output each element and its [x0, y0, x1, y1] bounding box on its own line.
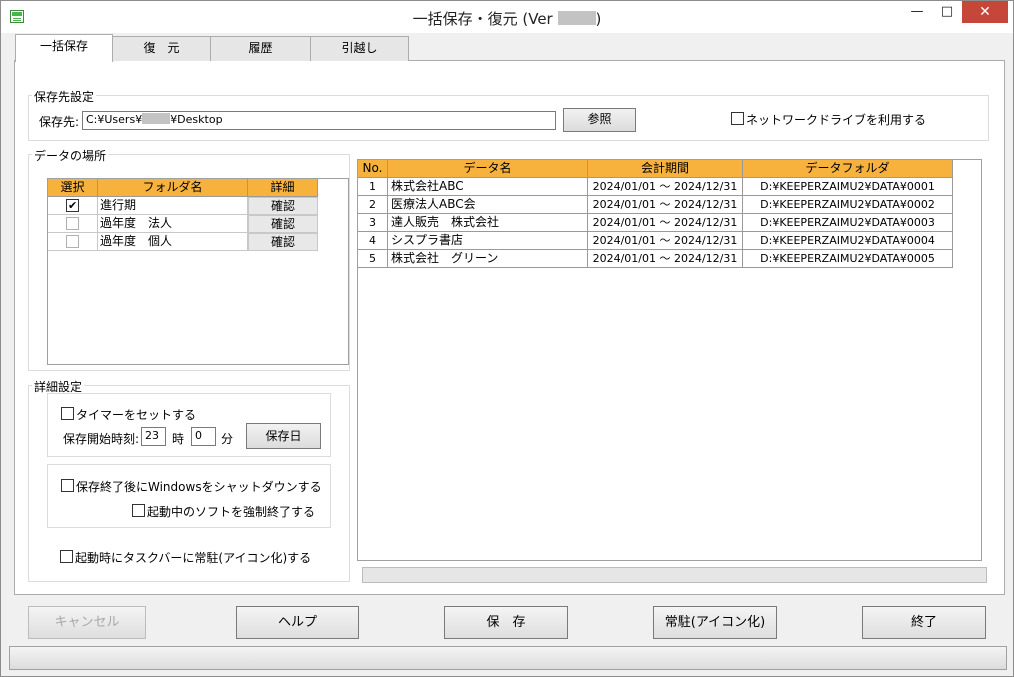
column-header-detail: 詳細	[248, 179, 318, 197]
select-cell	[48, 197, 98, 215]
select-cell	[48, 233, 98, 251]
shutdown-label: 保存終了後にWindowsをシャットダウンする	[76, 480, 322, 494]
save-destination-group-title: 保存先設定	[32, 88, 97, 105]
tab-history[interactable]: 履歴	[210, 36, 311, 61]
force-quit-label: 起動中のソフトを強制終了する	[147, 505, 316, 519]
row-fiscal-period: 2024/01/01 ～ 2024/12/31	[588, 232, 743, 250]
cancel-button[interactable]: キャンセル	[28, 606, 146, 639]
row-no: 3	[358, 214, 388, 232]
save-button[interactable]: 保 存	[444, 606, 568, 639]
select-cell	[48, 215, 98, 233]
row-data-folder: D:¥KEEPERZAIMU2¥DATA¥0001	[743, 178, 953, 196]
data-location-group-title: データの場所	[32, 147, 109, 164]
row-data-folder: D:¥KEEPERZAIMU2¥DATA¥0002	[743, 196, 953, 214]
detail-confirm-button[interactable]: 確認	[248, 197, 318, 215]
help-button[interactable]: ヘルプ	[236, 606, 359, 639]
redacted-username	[142, 113, 171, 124]
main-window: 一括保存・復元 (Ver ) — □ ✕ 一括保存 復 元 履歴 引越し 保存先…	[0, 0, 1014, 677]
minute-unit-label: 分	[221, 432, 234, 446]
folder-name-cell: 過年度 法人	[98, 215, 248, 233]
title-bar[interactable]: 一括保存・復元 (Ver ) — □ ✕	[1, 1, 1013, 33]
network-drive-label: ネットワークドライブを利用する	[746, 113, 927, 127]
network-drive-checkbox[interactable]	[731, 112, 744, 125]
row-data-name: シスプラ書店	[388, 232, 588, 250]
row-data-folder: D:¥KEEPERZAIMU2¥DATA¥0005	[743, 250, 953, 268]
tab-restore[interactable]: 復 元	[112, 36, 211, 61]
folder-table: 選択 フォルダ名 詳細 進行期 確認 過年度 法人 確認 過年度 個人 確認	[47, 178, 349, 365]
row-data-name: 医療法人ABC会	[388, 196, 588, 214]
row-checkbox[interactable]	[66, 197, 79, 214]
row-data-name: 株式会社ABC	[388, 178, 588, 196]
hour-unit-label: 時	[172, 432, 185, 446]
tab-migration[interactable]: 引越し	[310, 36, 409, 61]
detail-confirm-button[interactable]: 確認	[248, 233, 318, 251]
folder-name-cell: 進行期	[98, 197, 248, 215]
row-checkbox[interactable]	[66, 217, 79, 230]
row-fiscal-period: 2024/01/01 ～ 2024/12/31	[588, 178, 743, 196]
column-header-no: No.	[358, 160, 388, 178]
column-header-data-name: データ名	[388, 160, 588, 178]
row-no: 5	[358, 250, 388, 268]
row-no: 1	[358, 178, 388, 196]
row-data-folder: D:¥KEEPERZAIMU2¥DATA¥0004	[743, 232, 953, 250]
force-quit-checkbox[interactable]	[132, 504, 145, 517]
save-destination-label: 保存先:	[39, 115, 80, 129]
taskbar-resident-checkbox[interactable]	[60, 550, 73, 563]
row-fiscal-period: 2024/01/01 ～ 2024/12/31	[588, 250, 743, 268]
shutdown-checkbox[interactable]	[61, 479, 74, 492]
save-day-button[interactable]: 保存日	[246, 423, 321, 449]
column-header-data-folder: データフォルダ	[743, 160, 953, 178]
timer-checkbox[interactable]	[61, 407, 74, 420]
folder-name-cell: 過年度 個人	[98, 233, 248, 251]
browse-button[interactable]: 参照	[563, 108, 636, 132]
exit-button[interactable]: 終了	[862, 606, 986, 639]
progress-bar	[362, 567, 987, 583]
maximize-button[interactable]: □	[932, 1, 962, 23]
start-time-label: 保存開始時刻:	[63, 432, 140, 446]
row-fiscal-period: 2024/01/01 ～ 2024/12/31	[588, 196, 743, 214]
save-destination-input[interactable]: C:¥Users¥ ¥Desktop	[82, 111, 556, 130]
data-table: No. データ名 会計期間 データフォルダ 1 株式会社ABC 2024/01/…	[357, 159, 982, 561]
resident-button[interactable]: 常駐(アイコン化)	[653, 606, 777, 639]
window-title: 一括保存・復元 (Ver )	[412, 10, 602, 28]
timer-label: タイマーをセットする	[76, 408, 197, 422]
status-bar	[9, 646, 1007, 670]
detail-confirm-button[interactable]: 確認	[248, 215, 318, 233]
row-data-folder: D:¥KEEPERZAIMU2¥DATA¥0003	[743, 214, 953, 232]
column-header-folder-name: フォルダ名	[98, 179, 248, 197]
minute-input[interactable]: 0	[191, 427, 216, 446]
minimize-button[interactable]: —	[902, 1, 932, 23]
taskbar-resident-label: 起動時にタスクバーに常駐(アイコン化)する	[75, 551, 312, 565]
row-fiscal-period: 2024/01/01 ～ 2024/12/31	[588, 214, 743, 232]
close-button[interactable]: ✕	[962, 1, 1008, 23]
column-header-fiscal-period: 会計期間	[588, 160, 743, 178]
hour-input[interactable]: 23	[141, 427, 166, 446]
row-no: 4	[358, 232, 388, 250]
row-data-name: 達人販売 株式会社	[388, 214, 588, 232]
row-data-name: 株式会社 グリーン	[388, 250, 588, 268]
row-no: 2	[358, 196, 388, 214]
redacted-version	[557, 11, 596, 25]
column-header-select: 選択	[48, 179, 98, 197]
tab-bulk-save[interactable]: 一括保存	[15, 34, 113, 62]
row-checkbox[interactable]	[66, 235, 79, 248]
